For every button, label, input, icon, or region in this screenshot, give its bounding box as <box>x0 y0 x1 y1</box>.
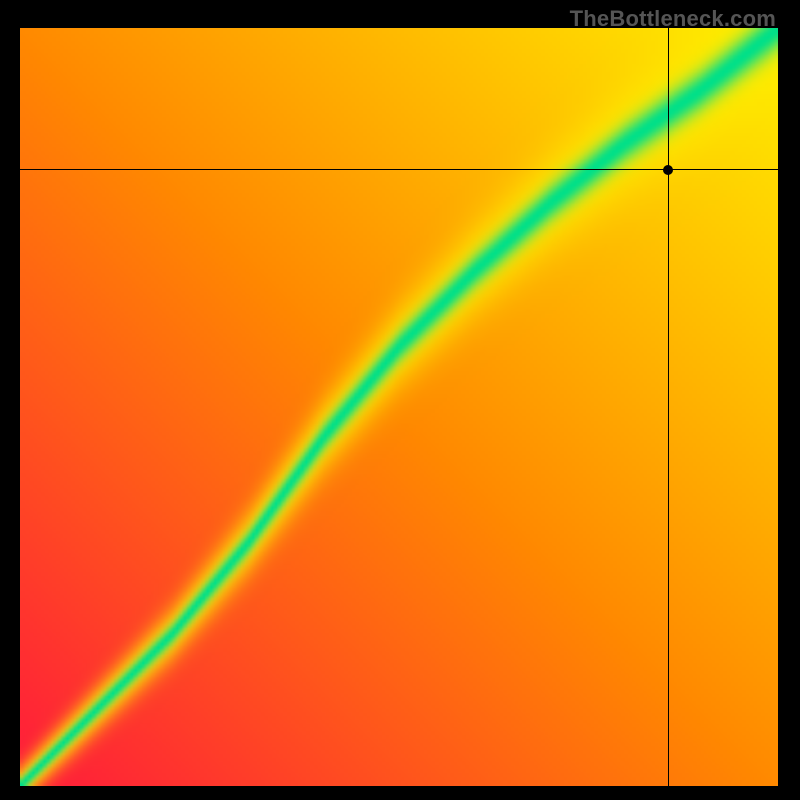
watermark-text: TheBottleneck.com <box>570 6 776 32</box>
chart-wrapper: TheBottleneck.com <box>0 0 800 800</box>
crosshair-vertical <box>668 28 669 786</box>
crosshair-marker <box>663 165 673 175</box>
bottleneck-heatmap <box>20 28 778 786</box>
